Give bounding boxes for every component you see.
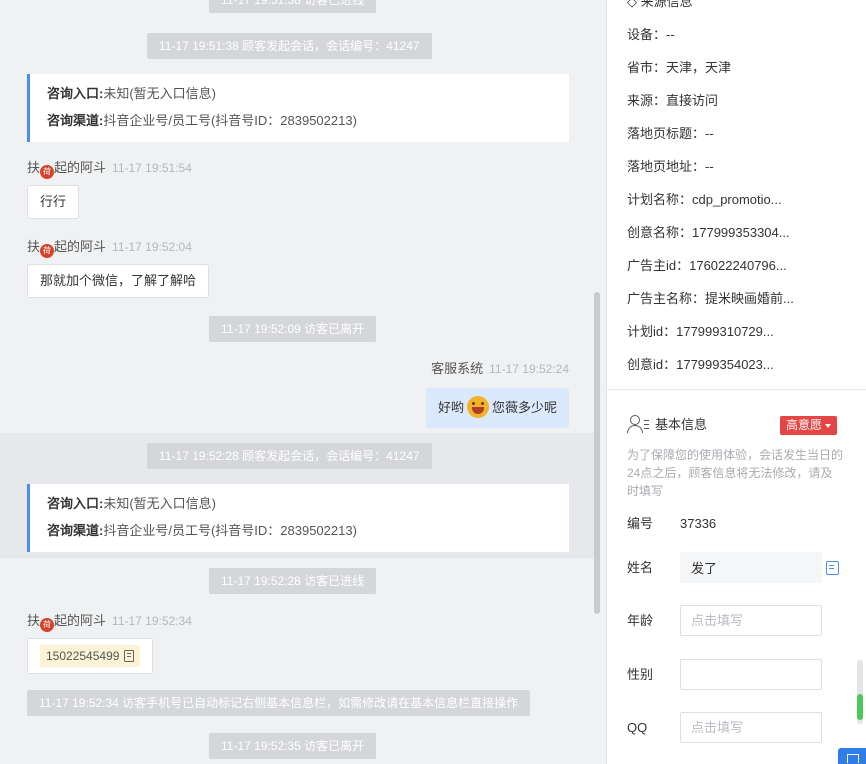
age-field[interactable] [680, 605, 822, 636]
source-row: 创意名称：177999353304... [627, 225, 790, 240]
message-time: 11-17 19:51:54 [112, 161, 192, 175]
consult-entry-value: 未知(暂无入口信息) [103, 86, 217, 101]
message-time: 11-17 19:52:24 [489, 362, 569, 376]
chat-pane[interactable]: 11-17 19:51:38 访客已进线 11-17 19:51:38 顾客发起… [0, 0, 606, 764]
source-row: 广告主id：176022240796... [627, 258, 787, 273]
visitor-name: 扶荷起的阿斗 11-17 19:52:04 [27, 237, 192, 258]
consult-channel-label: 咨询渠道: [47, 113, 104, 128]
id-label: 编号 [627, 516, 654, 531]
system-message: 11-17 19:52:34 访客手机号已自动标记右侧基本信息栏，如需修改请在基… [27, 690, 531, 716]
floating-action-button[interactable] [838, 748, 866, 764]
caret-down-icon [825, 424, 832, 428]
visitor-name-part: 起的阿斗 [54, 239, 107, 254]
visitor-name-part: 起的阿斗 [54, 160, 107, 175]
visitor-name: 扶荷起的阿斗 11-17 19:52:34 [27, 611, 192, 632]
agent-message-text: 您薇多少呢 [491, 400, 557, 415]
source-row: 创意id：177999354023... [627, 357, 774, 372]
visitor-name-part: 起的阿斗 [54, 613, 107, 628]
system-message: 11-17 19:51:38 顾客发起会话，会话编号：41247 [147, 33, 432, 59]
consult-entry-row: 咨询入口:未知(暂无入口信息) [47, 84, 569, 111]
copy-icon[interactable] [124, 650, 135, 662]
system-message: 11-17 19:52:28 访客已进线 [209, 568, 377, 594]
name-field[interactable] [680, 552, 822, 583]
consult-entry-card: 咨询入口:未知(暂无入口信息) 咨询渠道:抖音企业号/员工号(抖音号ID：283… [27, 484, 569, 552]
visitor-name-part: 扶 [27, 160, 41, 175]
copy-icon[interactable] [826, 561, 839, 575]
source-row: 计划名称：cdp_promotio... [627, 192, 782, 207]
edit-hint-text: 为了保障您的使用体验，会话发生当日的24点之后，顾客信息将无法修改，请及时填写 [627, 448, 844, 498]
source-row: 来源：直接访问 [627, 93, 719, 108]
visitor-name-part: 扶 [27, 239, 41, 254]
age-label: 年龄 [627, 613, 654, 628]
consult-entry-label: 咨询入口: [47, 496, 104, 511]
intent-tag-label: 高意愿 [786, 418, 823, 432]
message-time: 11-17 19:52:34 [112, 614, 192, 628]
consult-entry-row: 咨询入口:未知(暂无入口信息) [47, 494, 569, 521]
consult-channel-row: 咨询渠道:抖音企业号/员工号(抖音号ID：2839502213) [47, 521, 569, 548]
agent-name-text: 客服系统 [431, 361, 484, 376]
visitor-badge-icon: 荷 [40, 165, 55, 179]
id-value: 37336 [680, 516, 717, 531]
source-row: 广告主名称：提米映画婚前... [627, 291, 794, 306]
source-info-title: ◇ 来源信息 [627, 0, 693, 10]
system-message: 11-17 19:51:38 访客已进线 [209, 0, 377, 13]
visitor-message-bubble: 那就加个微信，了解了解哈 [27, 264, 210, 298]
customer-info-panel: ◇ 来源信息 设备：-- 省市：天津，天津 来源：直接访问 落地页标题：-- 落… [606, 0, 866, 764]
agent-message-bubble: 好哟 您薇多少呢 [425, 388, 569, 428]
source-row: 设备：-- [627, 27, 675, 42]
agent-name: 客服系统 11-17 19:52:24 [431, 359, 569, 379]
chat-scrollbar[interactable] [594, 292, 600, 614]
consult-channel-row: 咨询渠道:抖音企业号/员工号(抖音号ID：2839502213) [47, 111, 569, 138]
qq-label: QQ [627, 720, 648, 735]
source-info-title-text: 来源信息 [640, 0, 693, 9]
consult-entry-value: 未知(暂无入口信息) [103, 496, 217, 511]
message-time: 11-17 19:52:04 [112, 240, 192, 254]
consult-channel-label: 咨询渠道: [47, 523, 104, 538]
visitor-phone-bubble: 15022545499 [27, 638, 154, 674]
qq-field[interactable] [680, 712, 822, 743]
visitor-name: 扶荷起的阿斗 11-17 19:51:54 [27, 158, 192, 179]
source-row: 落地页标题：-- [627, 126, 714, 141]
laughing-emoji-icon [466, 396, 489, 418]
source-row: 计划id：177999310729... [627, 324, 774, 339]
consult-entry-card: 咨询入口:未知(暂无入口信息) 咨询渠道:抖音企业号/员工号(抖音号ID：283… [27, 74, 569, 142]
visitor-badge-icon: 荷 [40, 244, 55, 258]
consult-entry-label: 咨询入口: [47, 86, 104, 101]
consult-channel-value: 抖音企业号/员工号(抖音号ID：2839502213) [103, 113, 357, 128]
visitor-badge-icon: 荷 [40, 618, 55, 632]
name-label: 姓名 [627, 560, 654, 575]
gender-label: 性别 [627, 667, 654, 682]
visitor-name-part: 扶 [27, 613, 41, 628]
system-message: 11-17 19:52:09 访客已离开 [209, 316, 377, 342]
system-message: 11-17 19:52:35 访客已离开 [209, 733, 377, 759]
panel-scrollbar-thumb[interactable] [857, 694, 863, 720]
basic-info-title-text: 基本信息 [655, 417, 708, 432]
intent-tag-dropdown[interactable]: 高意愿 [780, 416, 838, 435]
source-row: 省市：天津，天津 [627, 60, 732, 75]
consult-channel-value: 抖音企业号/员工号(抖音号ID：2839502213) [103, 523, 357, 538]
phone-number-chip[interactable]: 15022545499 [40, 645, 141, 667]
system-message: 11-17 19:52:28 顾客发起会话，会话编号：41247 [147, 443, 432, 469]
person-icon [627, 415, 649, 433]
visitor-message-bubble: 行行 [27, 185, 80, 219]
gender-field[interactable] [680, 659, 822, 690]
source-row: 落地页地址：-- [627, 159, 714, 174]
agent-message-text: 好哟 [437, 400, 464, 415]
section-divider [607, 389, 866, 390]
phone-number: 15022545499 [46, 649, 120, 663]
basic-info-title: 基本信息 [627, 414, 707, 436]
